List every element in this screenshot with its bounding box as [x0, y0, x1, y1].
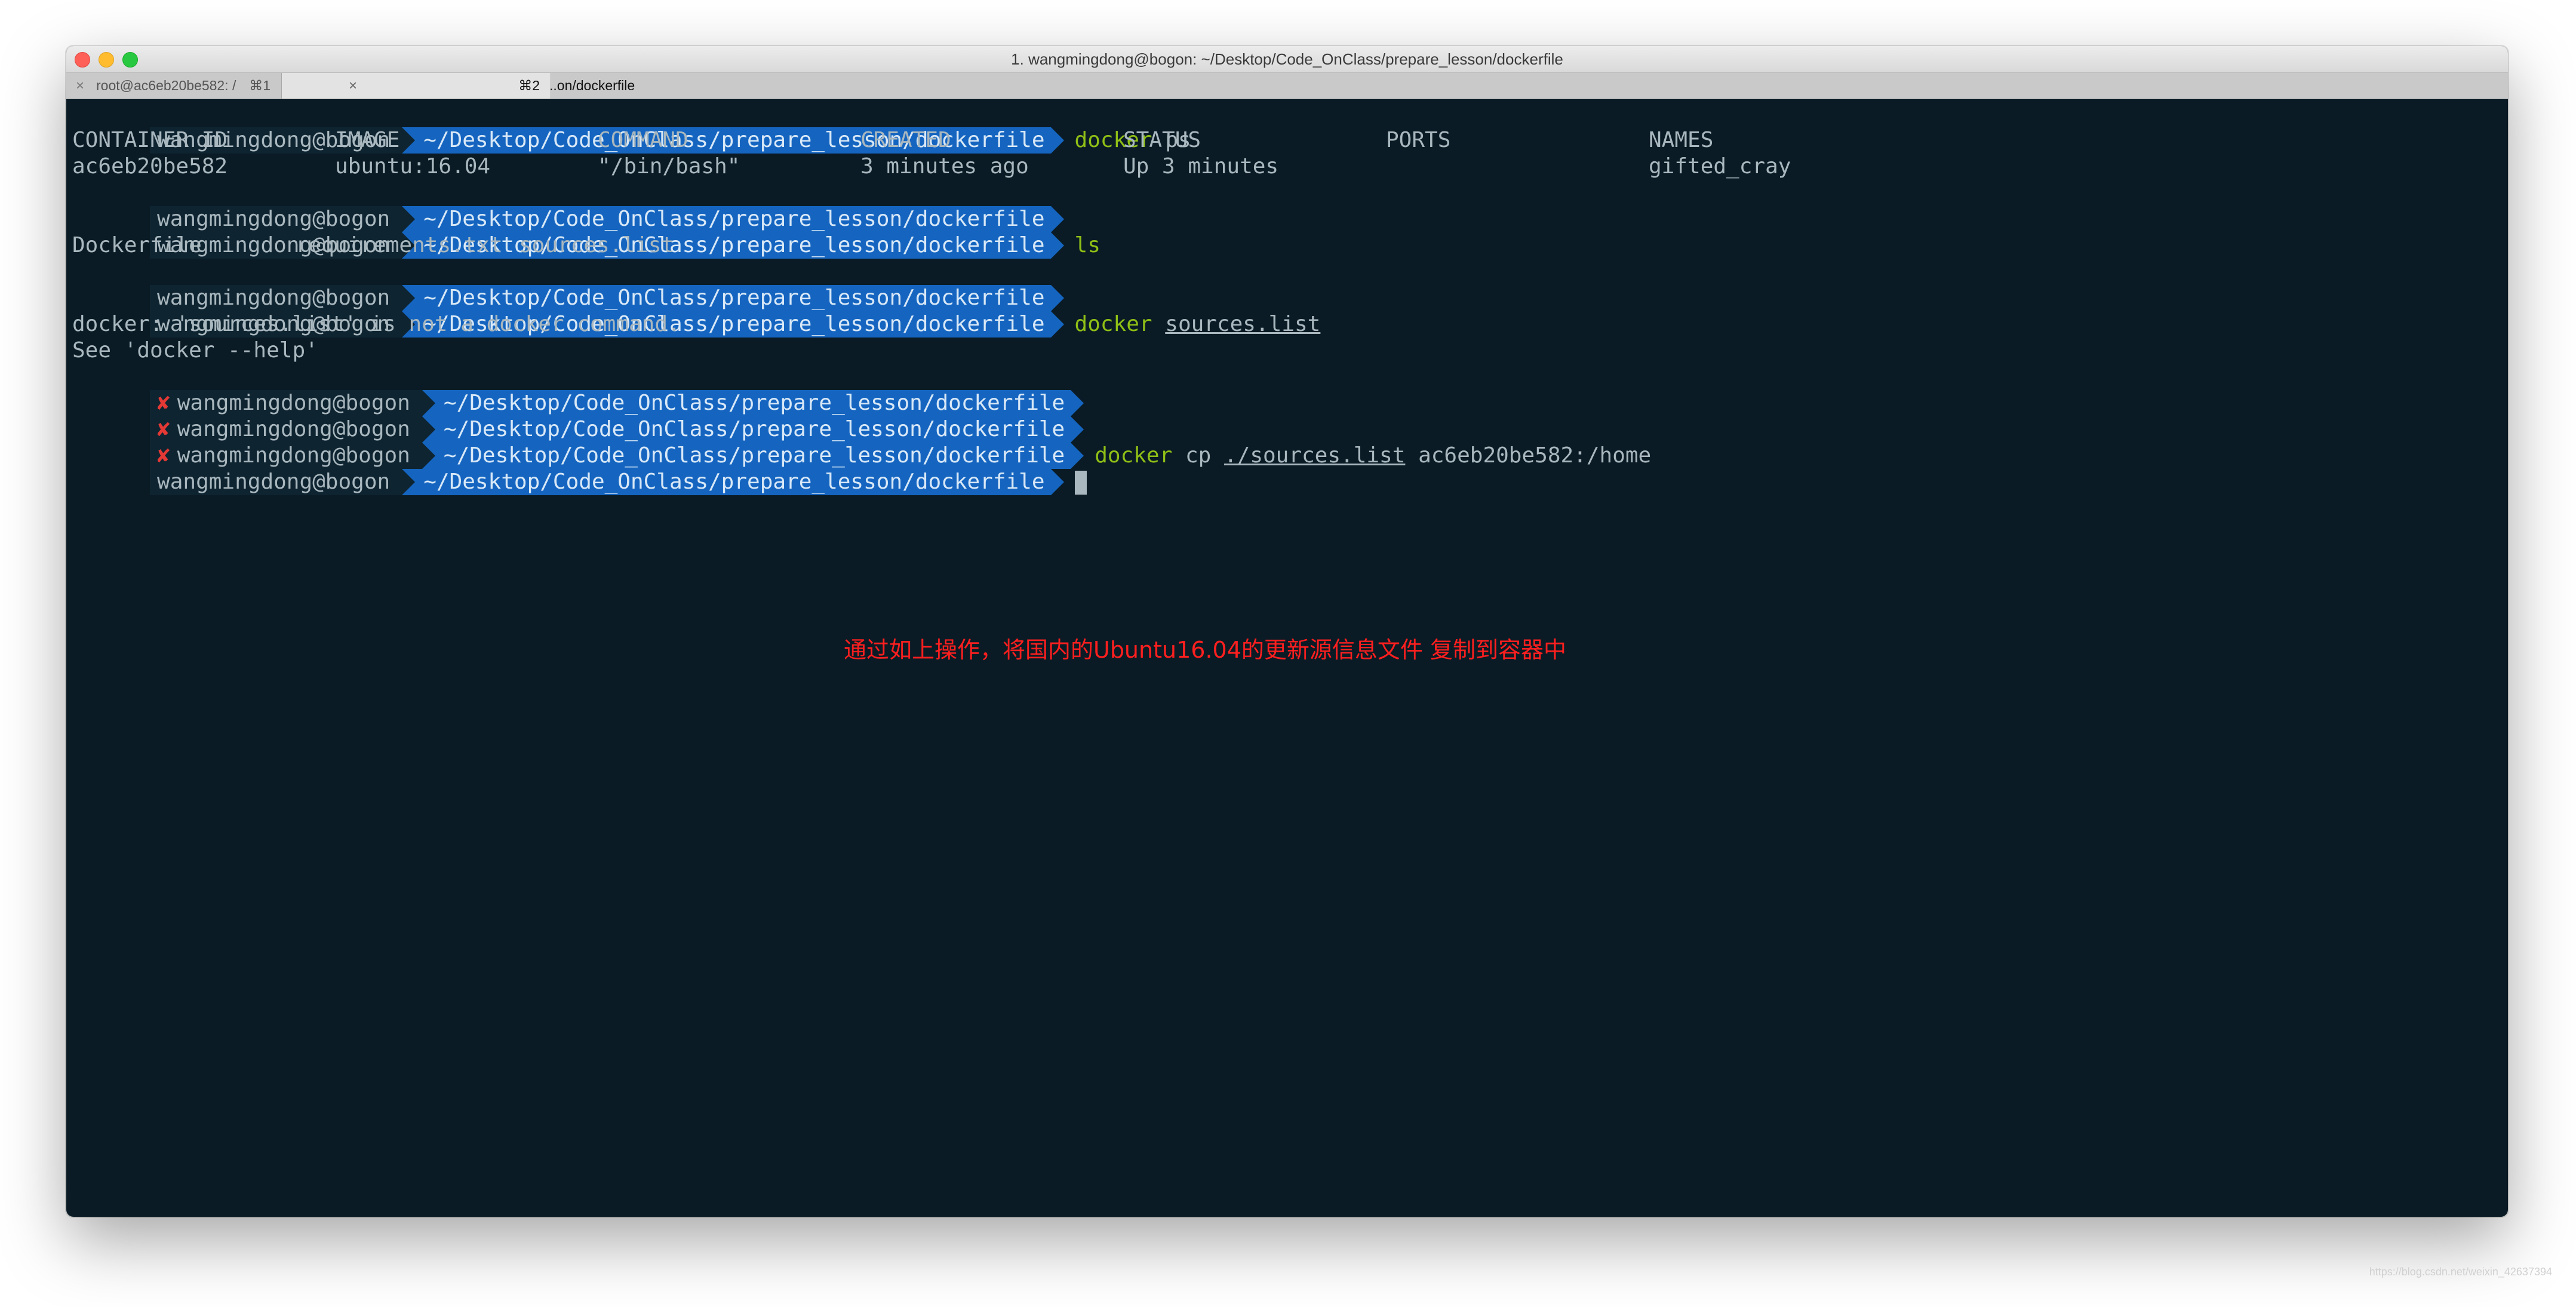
- file-entry: sources.list: [519, 233, 675, 257]
- file-entry: Dockerfile: [72, 233, 202, 257]
- prompt-line: wangmingdong@bogon ~/Desktop/Code_OnClass…: [72, 206, 1101, 259]
- error-output: See 'docker --help': [72, 338, 318, 363]
- watermark: https://blog.csdn.net/weixin_42637394: [2369, 1266, 2552, 1278]
- title-bar[interactable]: 1. wangmingdong@bogon: ~/Desktop/Code_On…: [66, 46, 2508, 73]
- prompt-line: wangmingdong@bogon ~/Desktop/Code_OnClass…: [72, 443, 1087, 495]
- tab-label: root@ac6eb20be582: /: [96, 78, 236, 93]
- text-cursor[interactable]: [1074, 471, 1087, 495]
- command-name: docker: [1074, 312, 1152, 336]
- command-args-path: ./sources.list: [1224, 443, 1406, 468]
- table-row: ac6eb20be582 ubuntu:16.04 "/bin/bash" 3 …: [72, 154, 2461, 180]
- window-title: 1. wangmingdong@bogon: ~/Desktop/Code_On…: [1011, 50, 1563, 68]
- terminal-window: 1. wangmingdong@bogon: ~/Desktop/Code_On…: [66, 46, 2508, 1217]
- table-header: PORTS: [1386, 128, 1451, 152]
- tab-label: ..on/dockerfile: [549, 78, 635, 93]
- table-header: STATUS: [1123, 128, 1201, 152]
- table-cell: "/bin/bash": [598, 154, 740, 179]
- command-args: cp: [1172, 443, 1224, 468]
- command-name: docker: [1095, 443, 1173, 468]
- close-tab-icon[interactable]: ×: [349, 73, 357, 99]
- prompt-line: wangmingdong@bogon ~/Desktop/Code_OnClass…: [72, 101, 1191, 154]
- table-header: NAMES: [1649, 128, 1714, 152]
- tab-dockerfile[interactable]: × ..on/dockerfile ⌘2: [282, 73, 635, 99]
- prompt-line: ✘ wangmingdong@bogon ~/Desktop/Code_OnClas…: [72, 390, 1095, 443]
- table-cell: ubuntu:16.04: [335, 154, 491, 179]
- tab-shortcut: ⌘2: [518, 78, 540, 93]
- table-header: COMMAND: [598, 128, 688, 152]
- prompt-line: wangmingdong@bogon ~/Desktop/Code_OnClass…: [72, 259, 1075, 311]
- tab-shortcut: ⌘1: [249, 78, 270, 93]
- ls-output: Dockerfile requirements.txt sources.list: [72, 232, 1267, 259]
- table-row: CONTAINER ID IMAGE COMMAND CREATED STATU…: [72, 127, 2461, 154]
- command-args: ac6eb20be582:/home: [1405, 443, 1652, 468]
- table-cell: ac6eb20be582: [72, 154, 228, 179]
- tab-root-shell[interactable]: × root@ac6eb20be582: / ⌘1: [66, 73, 282, 99]
- file-entry: requirements.txt: [296, 233, 503, 257]
- prompt-line: ✘ wangmingdong@bogon ~/Desktop/Code_OnClas…: [72, 416, 1651, 469]
- command-args: sources.list: [1165, 312, 1321, 336]
- close-tab-icon[interactable]: ×: [76, 73, 84, 99]
- tab-bar: × root@ac6eb20be582: / ⌘1 × ..on/dockerf…: [66, 73, 2508, 99]
- prompt-line: ✘ wangmingdong@bogon ~/Desktop/Code_OnClas…: [72, 364, 1095, 416]
- error-output: docker: 'sources.list' is not a docker c…: [72, 312, 681, 336]
- prompt-user: wangmingdong@bogon: [150, 469, 402, 495]
- prompt-line: wangmingdong@bogon ~/Desktop/Code_OnClass…: [72, 285, 1320, 338]
- prompt-path: ~/Desktop/Code_OnClass/prepare_lesson/do…: [402, 469, 1064, 495]
- table-cell: Up 3 minutes: [1123, 154, 1279, 179]
- prompt-line: wangmingdong@bogon ~/Desktop/Code_OnClass…: [72, 180, 1075, 232]
- table-header: CREATED: [860, 128, 951, 152]
- table-cell: 3 minutes ago: [860, 154, 1029, 179]
- annotation-text: 通过如上操作，将国内的Ubuntu16.04的更新源信息文件 复制到容器中: [844, 637, 1566, 663]
- table-header: IMAGE: [335, 128, 400, 152]
- table-cell: gifted_cray: [1649, 154, 1791, 179]
- table-header: CONTAINER ID: [72, 128, 228, 152]
